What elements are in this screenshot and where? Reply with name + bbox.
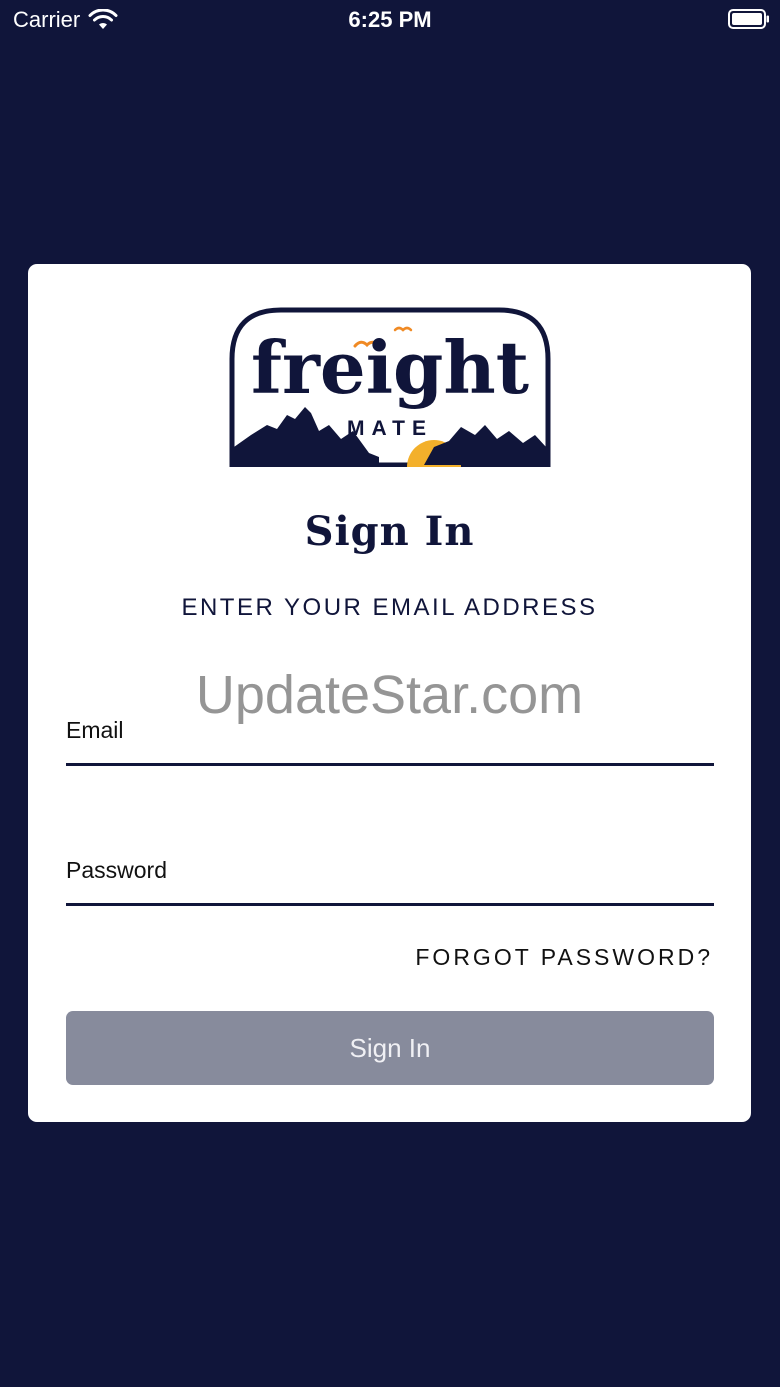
logo-tagline: MATE — [347, 417, 433, 440]
freight-mate-logo: freight MATE — [229, 307, 551, 467]
page-subtitle: ENTER YOUR EMAIL ADDRESS — [181, 594, 598, 621]
logo-wordmark: freight — [251, 325, 529, 410]
password-underline — [66, 903, 714, 906]
password-input[interactable] — [66, 853, 714, 893]
signin-button[interactable]: Sign In — [66, 1011, 714, 1085]
email-input[interactable] — [66, 713, 714, 753]
password-field[interactable]: Password — [66, 849, 714, 909]
status-bar: Carrier 6:25 PM — [0, 0, 780, 40]
signin-card: freight MATE Sign In ENTER YOUR EMAIL AD… — [28, 264, 751, 1122]
status-time: 6:25 PM — [348, 7, 432, 32]
forgot-password-link[interactable]: FORGOT PASSWORD? — [415, 944, 713, 971]
battery-icon — [728, 9, 769, 29]
email-field[interactable]: Email — [66, 709, 714, 769]
email-underline — [66, 763, 714, 766]
page-title: Sign In — [304, 508, 475, 555]
